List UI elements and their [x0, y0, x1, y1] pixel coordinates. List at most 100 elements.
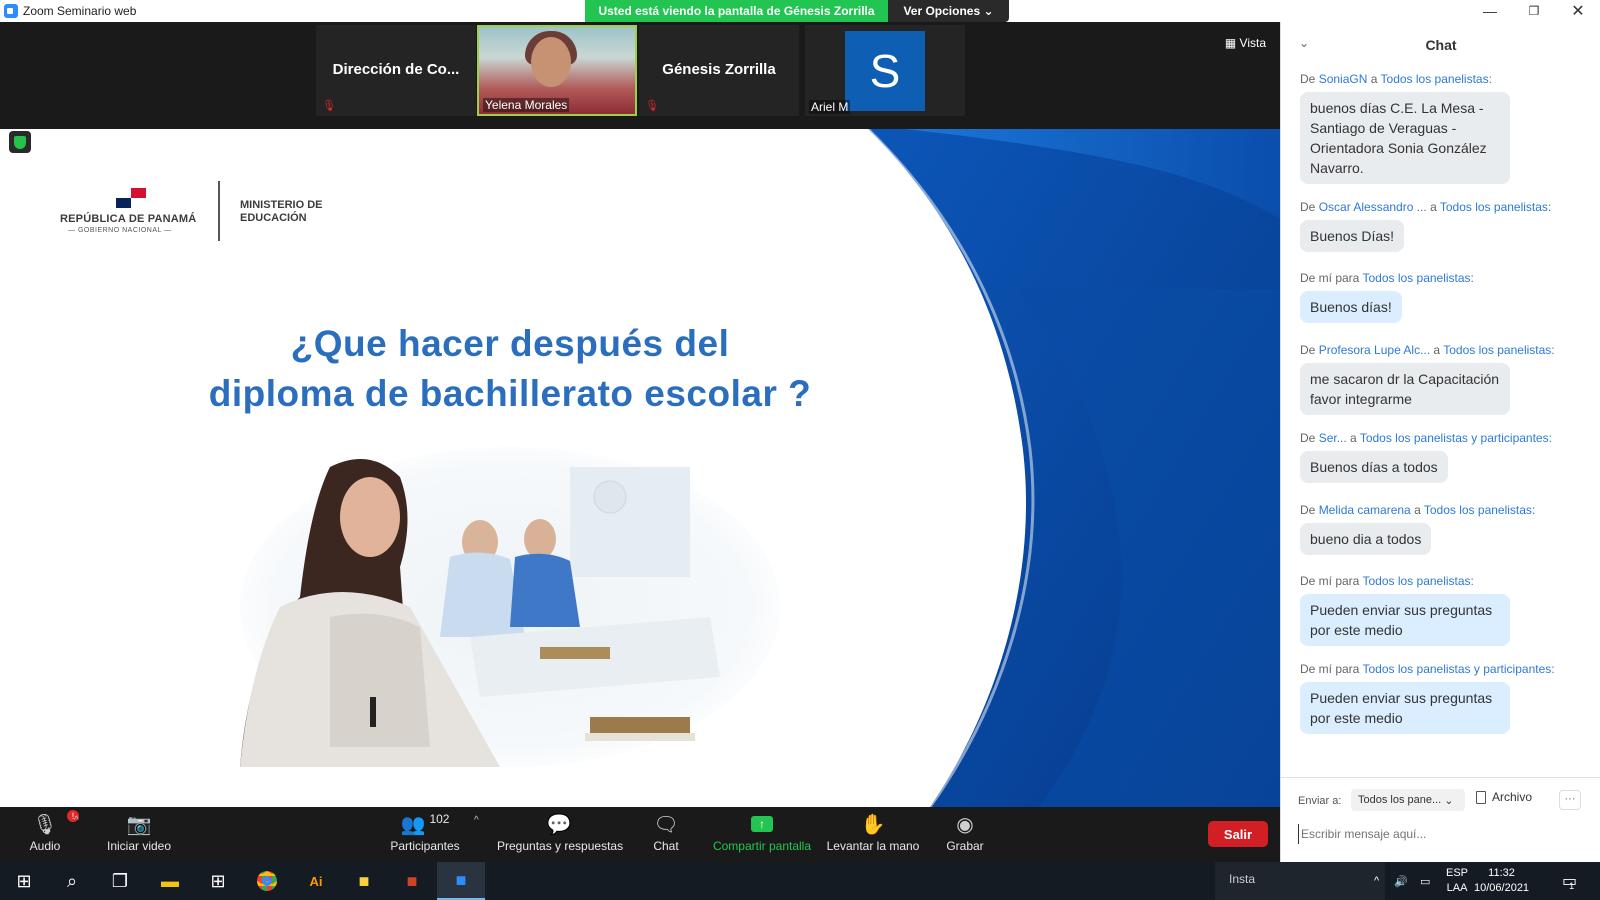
audio-options-caret-icon[interactable]: ^ — [74, 815, 79, 826]
notification-count: 1 — [1569, 881, 1575, 891]
share-screen-icon: ↑ — [712, 811, 812, 837]
message-sender[interactable]: Ser... — [1319, 431, 1347, 445]
message-sep: a — [1367, 72, 1381, 86]
message-sender[interactable]: Oscar Alessandro ... — [1319, 200, 1427, 214]
message-sep: a — [1430, 343, 1444, 357]
participant-tile[interactable]: Dirección de Co... 🎙 — [316, 25, 476, 116]
message-sender[interactable]: Profesora Lupe Alc... — [1319, 343, 1430, 357]
chat-message-own: De mí para Todos los panelistas: Pueden … — [1300, 574, 1590, 646]
chat-bubble: Buenos Días! — [1300, 220, 1405, 252]
zoom-taskbar-icon[interactable]: ■ — [437, 862, 485, 900]
qa-icon: 💬 — [546, 813, 572, 836]
chat-button[interactable]: 🗨 Chat — [648, 811, 684, 859]
message-recipient: Todos los panelistas: — [1362, 574, 1474, 588]
windows-start-icon[interactable]: ⊞ — [0, 862, 48, 900]
chat-bubble: Pueden enviar sus preguntas por este med… — [1300, 682, 1510, 734]
view-toggle[interactable]: ▦ Vista — [1225, 36, 1266, 50]
file-button[interactable]: Archivo — [1476, 790, 1532, 804]
sticky-notes-icon[interactable]: ■ — [340, 862, 388, 900]
chevron-down-icon: ⌄ — [1444, 794, 1454, 807]
chat-message-meta: De mí para Todos los panelistas: — [1300, 574, 1590, 588]
chat-bubble: Buenos días a todos — [1300, 451, 1448, 483]
message-prefix: De mí para — [1300, 271, 1363, 285]
grid-icon: ▦ — [1224, 36, 1237, 50]
qa-button[interactable]: 💬 Preguntas y respuestas — [497, 811, 623, 859]
start-video-button[interactable]: 📷 Iniciar video — [102, 811, 176, 859]
raise-hand-button[interactable]: ✋ Levantar la mano — [826, 811, 920, 859]
view-options-button[interactable]: Ver Opciones ⌄ — [888, 0, 1009, 22]
chat-message-meta: De Oscar Alessandro ... a Todos los pane… — [1300, 200, 1552, 214]
audio-label: Audio — [29, 839, 61, 853]
minimize-icon[interactable]: — — [1468, 0, 1512, 22]
recipient-select[interactable]: Todos los pane... ⌄ — [1351, 789, 1465, 811]
chat-title: Chat — [1425, 37, 1457, 53]
system-clock[interactable]: 11:32 10/06/2021 — [1474, 866, 1529, 896]
notifications-icon[interactable]: ▭ 1 — [1562, 862, 1577, 900]
message-recipient: Todos los panelistas y participantes: — [1359, 431, 1552, 445]
ministry-line-2: EDUCACIÓN — [240, 212, 307, 224]
raise-hand-label: Levantar la mano — [826, 839, 920, 853]
participants-label: Participantes — [390, 839, 460, 853]
chat-message-meta: De Ser... a Todos los panelistas y parti… — [1300, 431, 1552, 445]
message-recipient: Todos los panelistas: — [1380, 72, 1492, 86]
show-hidden-icons-icon[interactable]: ^ — [1374, 862, 1379, 900]
language-top: ESP — [1446, 867, 1469, 879]
more-options-button[interactable]: ··· — [1559, 790, 1581, 810]
chat-message-meta: De Melida camarena a Todos los panelista… — [1300, 503, 1536, 517]
microphone-icon: 🎙 — [32, 813, 58, 836]
close-icon[interactable]: ✕ — [1556, 0, 1600, 22]
chat-message-input[interactable] — [1298, 824, 1588, 844]
search-icon[interactable]: ⌕ — [48, 862, 96, 900]
illustrator-icon[interactable]: Ai — [292, 862, 340, 900]
share-banner: Usted está viendo la pantalla de Génesis… — [585, 0, 888, 22]
participant-caption: Yelena Morales — [483, 98, 570, 112]
send-to-label: Enviar a: — [1298, 795, 1342, 807]
chat-message-meta: De Profesora Lupe Alc... a Todos los pan… — [1300, 343, 1555, 357]
zoom-webinar-window: Zoom Seminario web Usted está viendo la … — [0, 0, 1600, 900]
slide-headline: ¿Que hacer después del diploma de bachil… — [170, 319, 850, 419]
participant-tile[interactable]: Génesis Zorrilla 🎙 — [639, 25, 799, 116]
store-icon[interactable]: ⊞ — [194, 862, 242, 900]
message-recipient: Todos los panelistas y participantes: — [1362, 662, 1555, 676]
share-screen-button[interactable]: ↑ Compartir pantalla — [712, 811, 812, 859]
chat-message: De Oscar Alessandro ... a Todos los pane… — [1300, 200, 1590, 252]
share-screen-label: Compartir pantalla — [712, 839, 812, 853]
ministry-name: MINISTERIO DE EDUCACIÓN — [240, 199, 323, 225]
government-text: GOBIERNO NACIONAL — [77, 227, 162, 234]
participant-tile[interactable]: S Ariel M — [805, 25, 965, 116]
language-indicator[interactable]: ESP LAA — [1446, 866, 1468, 896]
windows-taskbar: ⊞ ⌕ ❐ ▬ ⊞ Ai ■ ■ ■ Insta ^ 🔊 ▭ ESP LAA 1… — [0, 862, 1600, 900]
participants-icon: 👥 102 — [400, 812, 450, 836]
leave-button[interactable]: Salir — [1208, 821, 1268, 847]
message-sender[interactable]: Melida camarena — [1319, 503, 1411, 517]
recipient-select-value: Todos los pane... — [1358, 794, 1442, 806]
message-recipient: Todos los panelistas: — [1443, 343, 1555, 357]
video-off-icon: 📷 — [126, 813, 152, 836]
participants-options-caret-icon[interactable]: ^ — [474, 815, 479, 826]
hidden-app-text: Insta — [1215, 862, 1385, 900]
record-button[interactable]: ◉ Grabar — [945, 811, 985, 859]
window-title: Zoom Seminario web — [23, 4, 137, 18]
file-label: Archivo — [1492, 790, 1533, 804]
clock-date: 10/06/2021 — [1474, 882, 1530, 894]
title-bar: Zoom Seminario web Usted está viendo la … — [0, 0, 1600, 22]
task-view-icon[interactable]: ❐ — [96, 862, 144, 900]
security-shield-icon[interactable] — [9, 131, 31, 153]
powerpoint-icon[interactable]: ■ — [388, 862, 436, 900]
chat-composer: Enviar a: Todos los pane... ⌄ Archivo ··… — [1281, 777, 1600, 862]
chat-message-meta: De mí para Todos los panelistas y partic… — [1300, 662, 1590, 676]
panama-flag-icon — [116, 188, 146, 208]
message-sender[interactable]: SoniaGN — [1319, 72, 1368, 86]
restore-icon[interactable]: ❐ — [1512, 0, 1556, 22]
participants-button[interactable]: 👥 102 Participantes — [388, 811, 462, 859]
participant-tile-speaking[interactable]: Yelena Morales — [477, 25, 637, 116]
volume-icon[interactable]: 🔊 — [1394, 862, 1408, 900]
chat-label: Chat — [653, 839, 679, 853]
chat-bubble: Pueden enviar sus preguntas por este med… — [1300, 594, 1510, 646]
message-sep: a — [1346, 431, 1360, 445]
chrome-icon[interactable] — [243, 862, 291, 900]
file-explorer-icon[interactable]: ▬ — [146, 862, 194, 900]
chat-message: De Melida camarena a Todos los panelista… — [1300, 503, 1590, 555]
network-icon[interactable]: ▭ — [1420, 862, 1430, 900]
audio-button[interactable]: 🎙 ! Audio — [20, 810, 79, 859]
